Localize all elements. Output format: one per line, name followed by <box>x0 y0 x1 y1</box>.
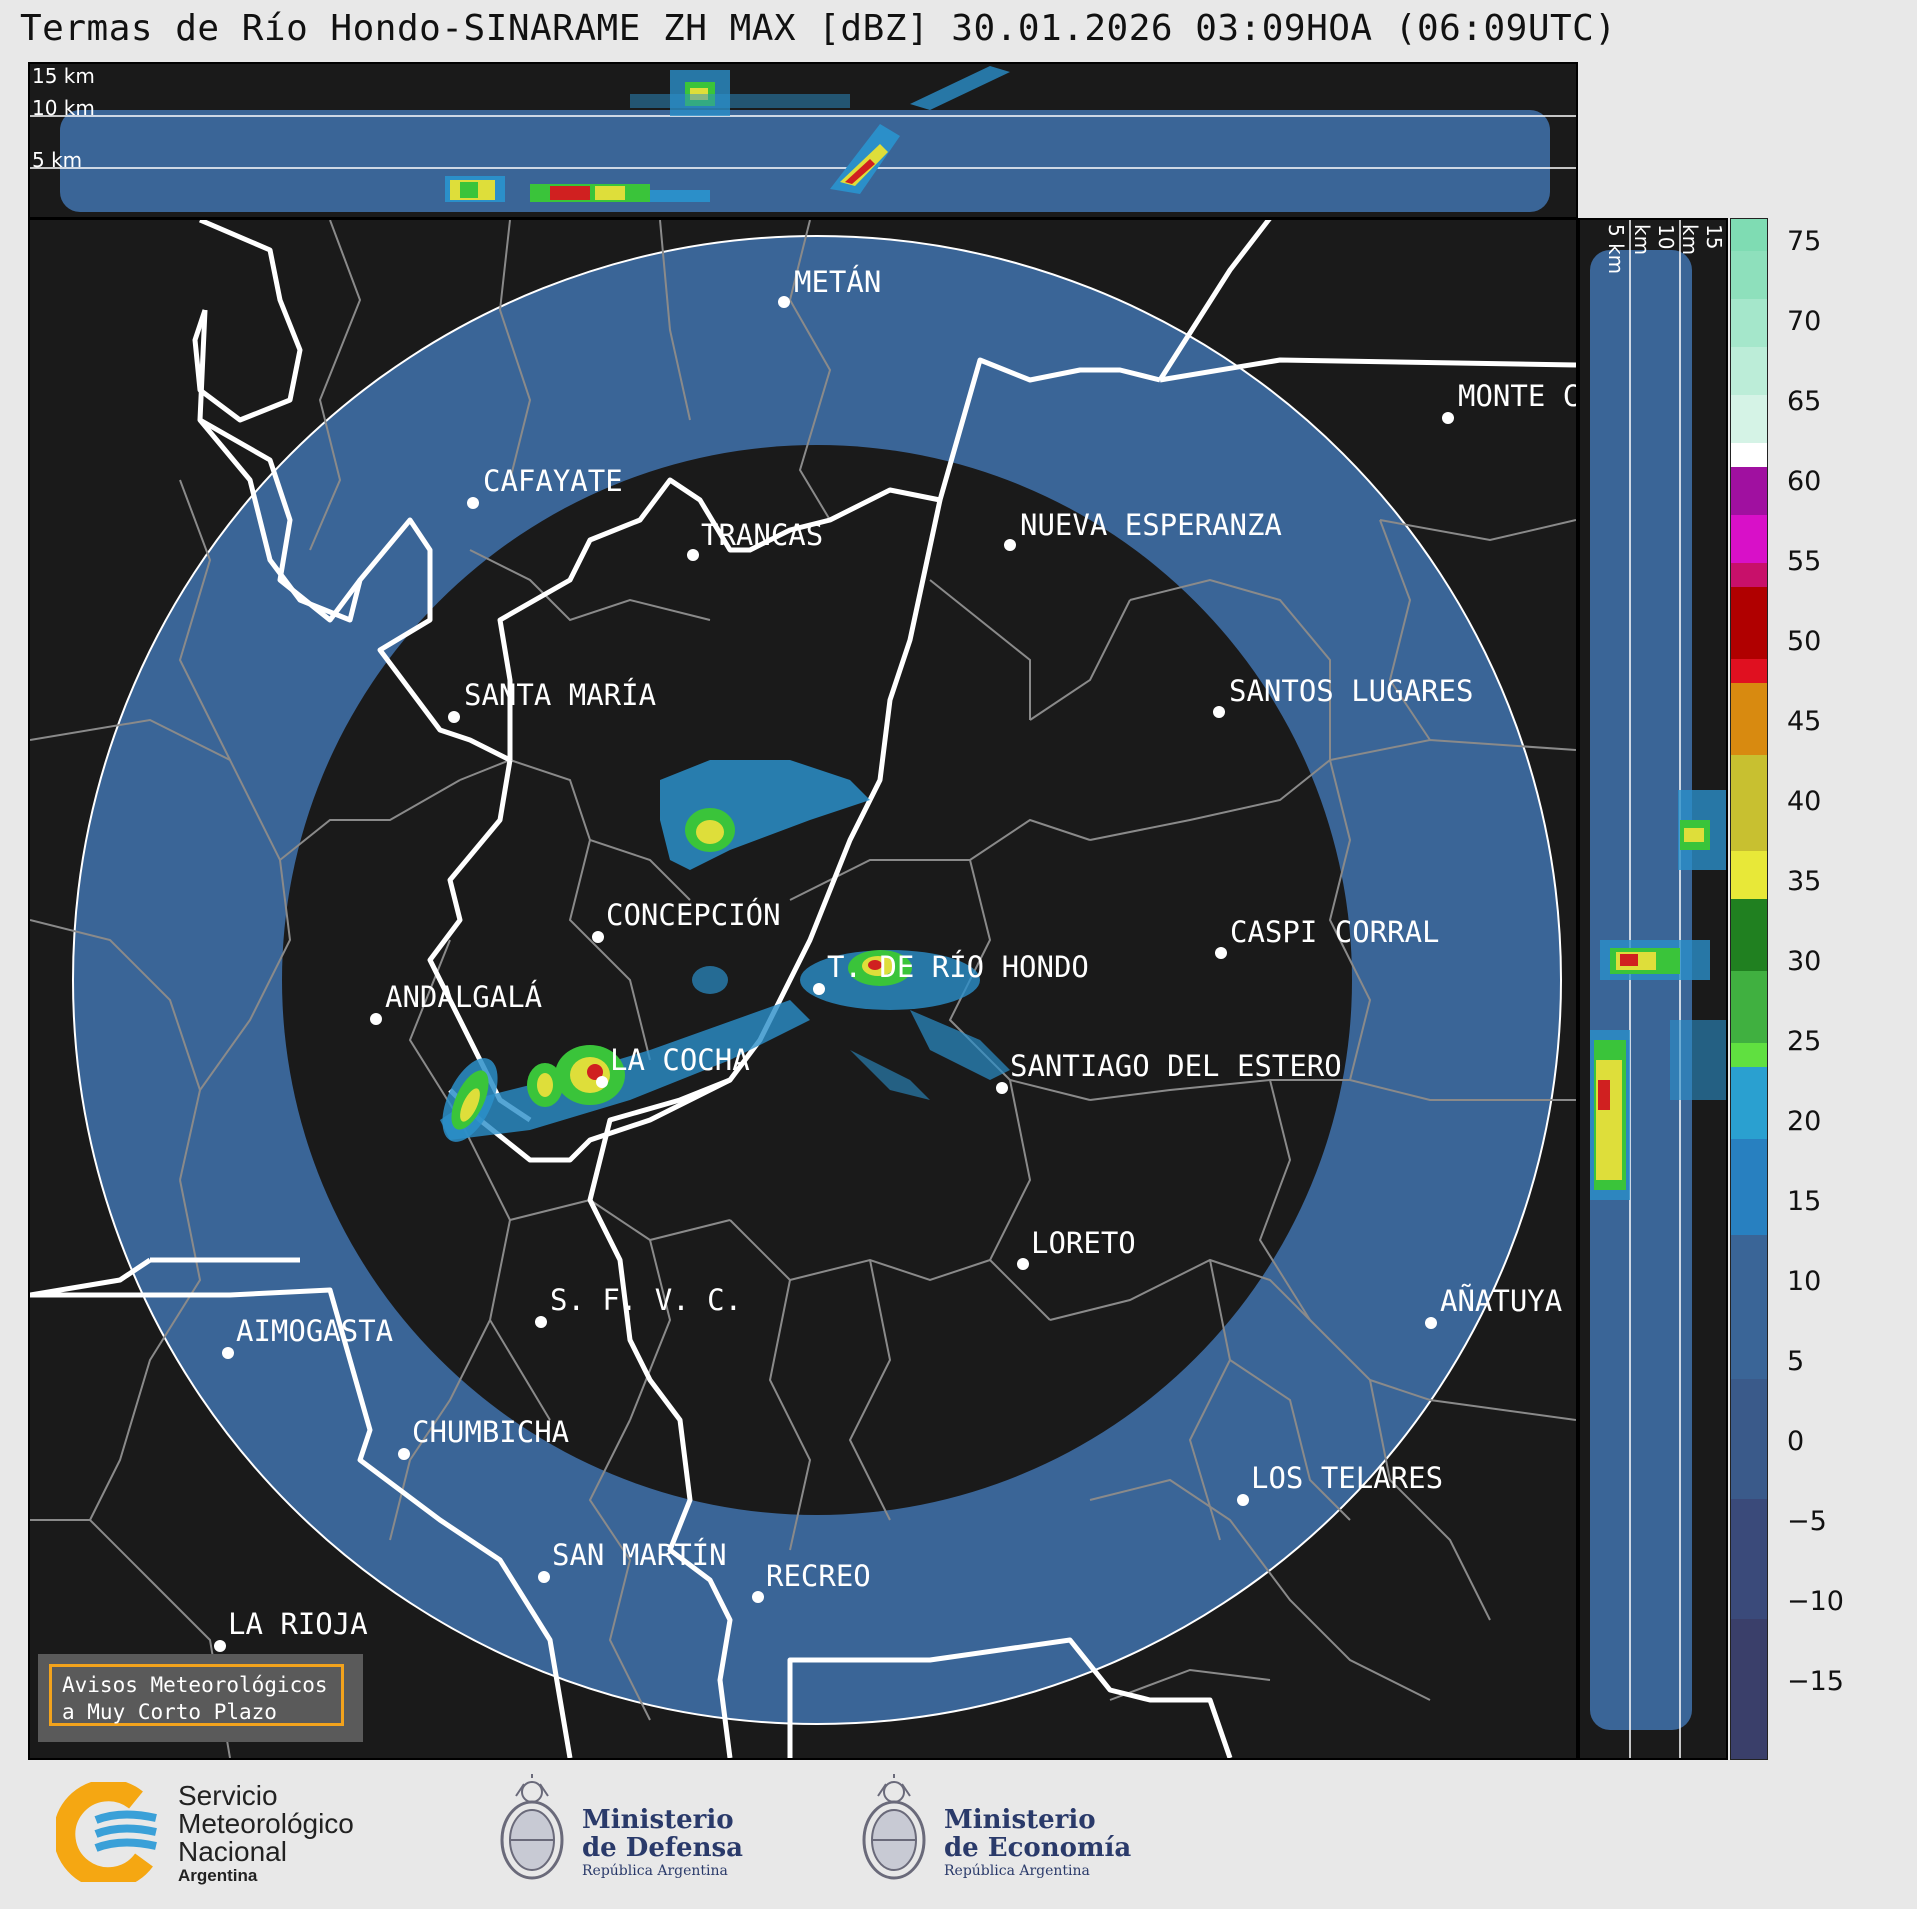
city-label: LA RIOJA <box>228 1607 368 1641</box>
city-label: NUEVA ESPERANZA <box>1020 508 1282 542</box>
warning-box[interactable]: Avisos Meteorológicos a Muy Corto Plazo <box>38 1654 363 1742</box>
economia-line-3: República Argentina <box>944 1863 1090 1879</box>
right-alt-label-15: 15 km <box>1678 224 1726 256</box>
colorbar-tick: 5 <box>1787 1346 1805 1377</box>
colorbar-tick: 60 <box>1787 466 1822 497</box>
colorbar-tick: −10 <box>1787 1586 1844 1617</box>
city-label: SANTIAGO DEL ESTERO <box>1010 1049 1342 1083</box>
colorbar-tick: 25 <box>1787 1026 1822 1057</box>
right-cross-section: 5 km 10 km 15 km <box>1578 218 1728 1760</box>
city-label: T. DE RÍO HONDO <box>827 950 1089 984</box>
city-label: CASPI CORRAL <box>1230 915 1440 949</box>
smn-line-4: Argentina <box>178 1866 258 1885</box>
defensa-line-2: de Defensa <box>582 1833 743 1863</box>
city-label: METÁN <box>794 265 881 299</box>
colorbar-tick: 15 <box>1787 1186 1822 1217</box>
city-label: SANTOS LUGARES <box>1229 674 1473 708</box>
chart-title: Termas de Río Hondo-SINARAME ZH MAX [dBZ… <box>20 8 1617 49</box>
colorbar-tick: 75 <box>1787 226 1822 257</box>
city-label: TRANCAS <box>701 518 823 552</box>
colorbar-tick: 10 <box>1787 1266 1822 1297</box>
city-label: CAFAYATE <box>483 464 623 498</box>
economia-line-1: Ministerio <box>944 1805 1096 1835</box>
city-label: ANDALGALÁ <box>385 980 542 1014</box>
defensa-line-3: República Argentina <box>582 1863 728 1879</box>
city-label: MONTE C <box>1458 379 1576 413</box>
city-label: CONCEPCIÓN <box>606 898 781 932</box>
top-alt-label-15: 15 km <box>32 64 95 88</box>
colorbar-tick: 50 <box>1787 626 1822 657</box>
city-label: AÑATUYA <box>1440 1284 1562 1318</box>
city-label: LORETO <box>1031 1226 1136 1260</box>
colorbar-tick: 45 <box>1787 706 1822 737</box>
top-cross-section: 15 km 10 km 5 km <box>28 62 1578 219</box>
colorbar-tick: 35 <box>1787 866 1822 897</box>
city-label: LA COCHA <box>610 1043 750 1077</box>
escudo-icon <box>500 1774 564 1880</box>
smn-line-2: Meteorológico <box>178 1808 354 1839</box>
colorbar-tick: 55 <box>1787 546 1822 577</box>
colorbar-tick: −5 <box>1787 1506 1827 1537</box>
city-label: S. F. V. C. <box>550 1283 742 1317</box>
right-alt-label-10: 10 km <box>1630 224 1678 256</box>
city-label: SANTA MARÍA <box>464 678 656 712</box>
city-label: RECREO <box>766 1559 871 1593</box>
smn-logo-icon <box>56 1782 157 1882</box>
warning-box-inner: Avisos Meteorológicos a Muy Corto Plazo <box>49 1664 344 1726</box>
city-label: LOS TELARES <box>1251 1461 1443 1495</box>
smn-logo: Servicio Meteorológico Nacional Argentin… <box>56 1780 386 1885</box>
escudo-icon <box>862 1774 926 1880</box>
smn-line-3: Nacional <box>178 1836 287 1867</box>
colorbar-tick: 0 <box>1787 1426 1805 1457</box>
colorbar-tick: 65 <box>1787 386 1822 417</box>
top-alt-label-5: 5 km <box>32 148 83 172</box>
economia-logo: Ministerio de Economía República Argenti… <box>856 1774 1136 1894</box>
defensa-line-1: Ministerio <box>582 1805 734 1835</box>
colorbar-tick: 40 <box>1787 786 1822 817</box>
warning-line-1: Avisos Meteorológicos <box>62 1673 328 1697</box>
top-alt-label-10: 10 km <box>32 96 95 120</box>
city-label: AIMOGASTA <box>236 1314 393 1348</box>
city-label: SAN MARTÍN <box>552 1538 727 1572</box>
defensa-logo: Ministerio de Defensa República Argentin… <box>494 1774 754 1894</box>
colorbar-tick: −15 <box>1787 1666 1844 1697</box>
colorbar <box>1730 218 1768 1760</box>
city-label: CHUMBICHA <box>412 1415 569 1449</box>
colorbar-tick: 30 <box>1787 946 1822 977</box>
colorbar-tick: 20 <box>1787 1106 1822 1137</box>
right-alt-label-5: 5 km <box>1604 224 1628 275</box>
radar-map: METÁN MONTE C CAFAYATE TRANCAS NUEVA ESP… <box>28 218 1578 1760</box>
colorbar-tick: 70 <box>1787 306 1822 337</box>
smn-line-1: Servicio <box>178 1780 278 1811</box>
economia-line-2: de Economía <box>944 1833 1132 1863</box>
warning-line-2: a Muy Corto Plazo <box>62 1700 277 1724</box>
